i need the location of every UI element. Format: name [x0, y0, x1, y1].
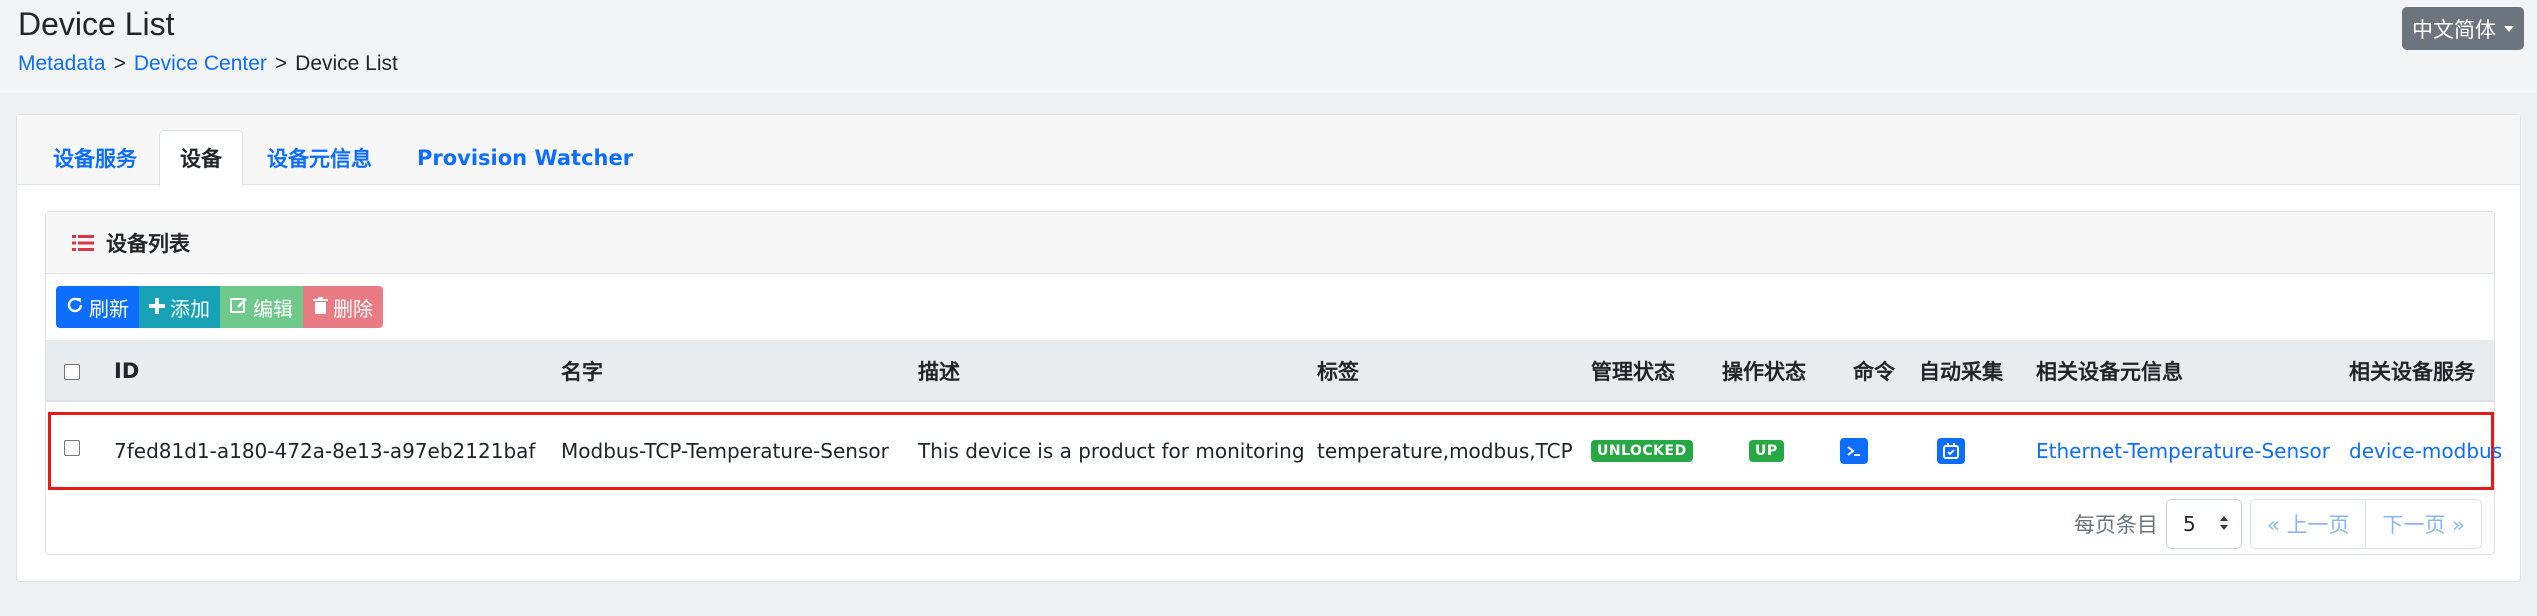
- table-row[interactable]: 7fed81d1-a180-472a-8e13-a97eb2121baf Mod…: [48, 412, 2502, 490]
- edit-label: 编辑: [253, 296, 293, 321]
- tabs-bar: 设备服务 设备 设备元信息 Provision Watcher: [17, 115, 2520, 186]
- column-header-labels[interactable]: 标签: [1317, 340, 1359, 402]
- tab-device-services[interactable]: 设备服务: [33, 130, 157, 186]
- list-icon: [72, 234, 94, 252]
- auto-events-cell: [1937, 415, 1965, 487]
- column-header-device-profile[interactable]: 相关设备元信息: [2036, 340, 2183, 402]
- updown-arrows-icon: [2219, 512, 2229, 536]
- per-page-select[interactable]: 5: [2165, 499, 2242, 549]
- op-state-badge: UP: [1749, 440, 1784, 462]
- previous-page-button[interactable]: « 上一页: [2249, 499, 2367, 549]
- plus-icon: [149, 295, 165, 319]
- device-service-link[interactable]: device-modbus: [2349, 439, 2502, 463]
- device-profile-link[interactable]: Ethernet-Temperature-Sensor: [2036, 439, 2330, 463]
- breadcrumb-separator: >: [274, 52, 288, 75]
- page-header: Device List Metadata > Device Center > Devic…: [0, 0, 2537, 93]
- edit-icon: [230, 295, 248, 319]
- trash-icon: [313, 295, 328, 319]
- device-name-cell: Modbus-TCP-Temperature-Sensor: [561, 439, 889, 463]
- next-page-button[interactable]: 下一页 »: [2365, 499, 2482, 549]
- language-label: 中文简体: [2412, 17, 2496, 42]
- delete-button[interactable]: 删除: [303, 286, 383, 328]
- breadcrumb-metadata[interactable]: Metadata: [18, 52, 106, 75]
- admin-state-cell: UNLOCKED: [1591, 415, 1693, 487]
- device-id-cell: 7fed81d1-a180-472a-8e13-a97eb2121baf: [114, 439, 536, 463]
- admin-state-badge[interactable]: UNLOCKED: [1591, 440, 1693, 462]
- add-button[interactable]: 添加: [139, 286, 220, 328]
- card-header: 设备列表: [46, 212, 2494, 274]
- command-cell: [1840, 415, 1868, 487]
- breadcrumb-current: Device List: [295, 52, 398, 75]
- toolbar: 刷新 添加 编辑 删除: [56, 286, 383, 328]
- card-title: 设备列表: [106, 231, 190, 256]
- device-description-cell: This device is a product for monitoring: [918, 439, 1305, 463]
- column-header-command[interactable]: 命令: [1853, 340, 1895, 402]
- page-title: Device List: [18, 6, 175, 42]
- device-labels-cell: temperature,modbus,TCP: [1317, 439, 1573, 463]
- tab-device-profiles[interactable]: 设备元信息: [247, 130, 392, 186]
- terminal-icon[interactable]: [1840, 438, 1868, 464]
- refresh-icon: [66, 295, 84, 319]
- caret-down-icon: [2504, 25, 2514, 32]
- breadcrumb: Metadata > Device Center > Device List: [18, 52, 398, 76]
- column-header-id[interactable]: ID: [114, 340, 139, 402]
- column-header-device-service[interactable]: 相关设备服务: [2349, 340, 2475, 402]
- column-header-description[interactable]: 描述: [918, 340, 960, 402]
- device-profile-cell: Ethernet-Temperature-Sensor: [2036, 415, 2330, 487]
- calendar-check-icon[interactable]: [1937, 438, 1965, 464]
- column-header-name[interactable]: 名字: [561, 340, 603, 402]
- per-page-label: 每页条目: [2073, 513, 2158, 537]
- tab-provision-watcher[interactable]: Provision Watcher: [397, 130, 653, 186]
- op-state-cell: UP: [1749, 415, 1784, 487]
- column-header-auto-events[interactable]: 自动采集: [1919, 340, 2003, 402]
- device-list-card: 设备列表 刷新 添加 编辑 删除 ID 名字 描述 标签 管理状态 操作状态 命…: [45, 211, 2502, 555]
- per-page-value: 5: [2182, 512, 2196, 536]
- main-panel: 设备服务 设备 设备元信息 Provision Watcher 设备列表 刷新 …: [16, 114, 2521, 582]
- device-service-cell: device-modbus: [2349, 415, 2502, 487]
- table-header: ID 名字 描述 标签 管理状态 操作状态 命令 自动采集 相关设备元信息 相关…: [46, 340, 2494, 402]
- add-label: 添加: [170, 296, 210, 321]
- select-all-checkbox[interactable]: [64, 364, 80, 380]
- pagination: 每页条目 5 « 上一页 下一页 »: [2074, 499, 2482, 549]
- breadcrumb-separator: >: [113, 52, 126, 75]
- column-header-admin-state[interactable]: 管理状态: [1591, 340, 1675, 402]
- refresh-label: 刷新: [89, 296, 129, 321]
- language-dropdown-button[interactable]: 中文简体: [2402, 7, 2524, 50]
- delete-label: 删除: [333, 296, 373, 321]
- refresh-button[interactable]: 刷新: [56, 286, 139, 328]
- breadcrumb-device-center[interactable]: Device Center: [134, 52, 267, 75]
- edit-button[interactable]: 编辑: [220, 286, 303, 328]
- column-header-operating-state[interactable]: 操作状态: [1722, 340, 1806, 402]
- row-checkbox[interactable]: [64, 440, 80, 456]
- tab-devices[interactable]: 设备: [159, 130, 243, 186]
